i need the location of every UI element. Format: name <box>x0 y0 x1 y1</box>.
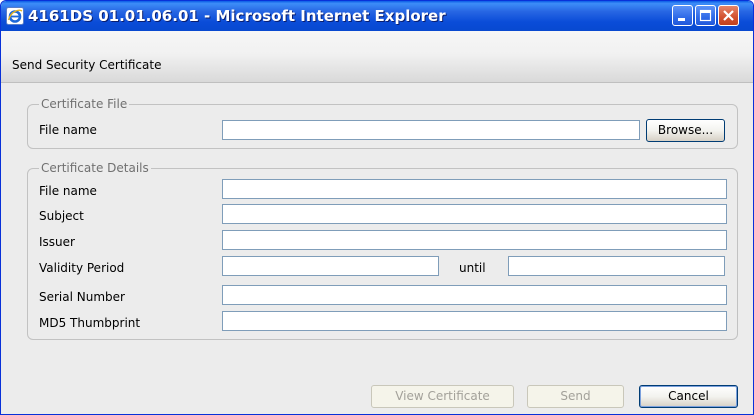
file-name-label: File name <box>39 123 97 137</box>
close-icon <box>723 10 734 21</box>
details-file-name-field[interactable] <box>222 179 727 199</box>
subject-label: Subject <box>39 209 84 223</box>
maximize-icon <box>699 9 712 22</box>
view-certificate-button[interactable]: View Certificate <box>371 385 514 408</box>
details-file-name-label: File name <box>39 184 97 198</box>
serial-number-label: Serial Number <box>39 290 125 304</box>
internet-explorer-icon <box>6 7 24 25</box>
close-button[interactable] <box>718 5 739 26</box>
until-label: until <box>459 261 486 275</box>
window-title: 4161DS 01.01.06.01 - Microsoft Internet … <box>28 7 446 25</box>
validity-from-field[interactable] <box>222 256 439 276</box>
title-bar[interactable]: 4161DS 01.01.06.01 - Microsoft Internet … <box>1 1 753 31</box>
validity-period-label: Validity Period <box>39 261 125 275</box>
browse-button[interactable]: Browse... <box>646 119 725 142</box>
issuer-field[interactable] <box>222 230 727 250</box>
validity-until-field[interactable] <box>508 256 725 276</box>
subject-field[interactable] <box>222 204 727 224</box>
serial-number-field[interactable] <box>222 285 727 305</box>
minimize-icon <box>678 18 685 21</box>
maximize-button[interactable] <box>695 5 716 26</box>
dialog-header: Send Security Certificate <box>1 31 753 83</box>
issuer-label: Issuer <box>39 235 75 249</box>
send-button[interactable]: Send <box>527 385 624 408</box>
md5-thumbprint-label: MD5 Thumbprint <box>39 316 141 330</box>
certificate-file-legend: Certificate File <box>39 97 130 111</box>
certificate-details-legend: Certificate Details <box>39 161 151 175</box>
minimize-button[interactable] <box>672 5 693 26</box>
dialog-title: Send Security Certificate <box>12 58 162 72</box>
browser-popup-window: 4161DS 01.01.06.01 - Microsoft Internet … <box>0 0 754 415</box>
md5-thumbprint-field[interactable] <box>222 311 727 331</box>
dialog-body: Certificate File File name Browse... Cer… <box>1 83 753 414</box>
file-name-input[interactable] <box>222 120 640 140</box>
cancel-button[interactable]: Cancel <box>639 385 738 408</box>
